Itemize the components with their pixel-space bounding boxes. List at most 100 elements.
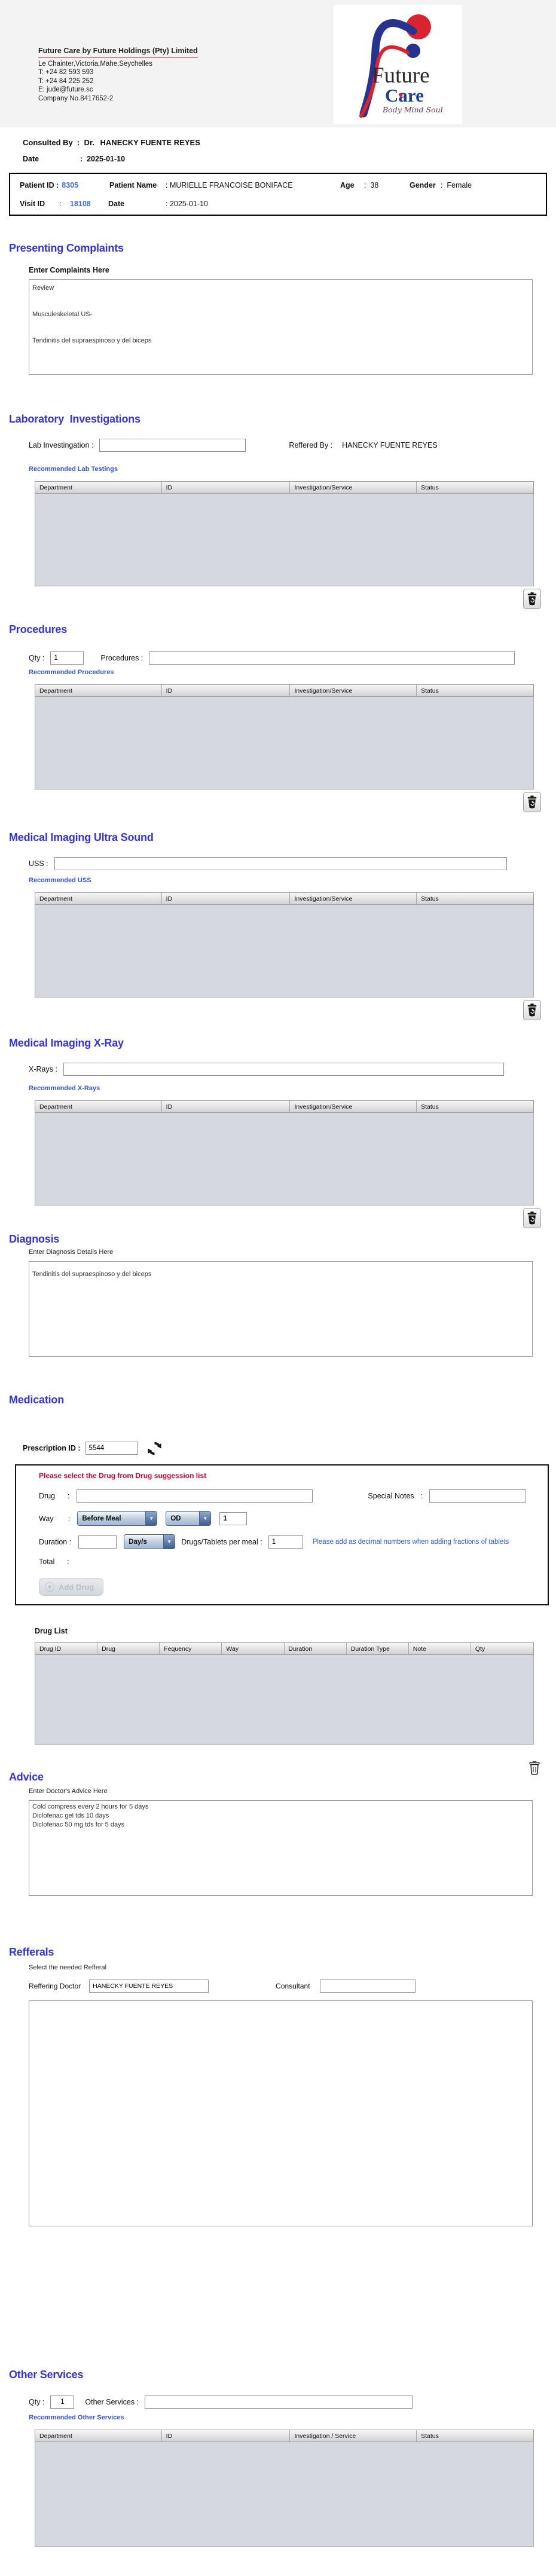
section-title-medication: Medication [9, 1394, 65, 1406]
referral-list[interactable] [29, 2000, 533, 2226]
procedures-qty-input[interactable] [50, 651, 84, 665]
drug-warning-text: Please select the Drug from Drug suggess… [39, 1471, 207, 1480]
column-header-duration-type: Duration Type [347, 1643, 409, 1654]
trash-icon [527, 1004, 537, 1017]
way-qty-input[interactable] [219, 1512, 248, 1525]
column-header-qty: Qty [475, 1645, 485, 1653]
frequency-select[interactable]: OD ▼ [166, 1511, 212, 1526]
duration-input[interactable] [78, 1535, 117, 1549]
trash-icon [527, 1211, 537, 1225]
referred-by-value: HANECKY FUENTE REYES [342, 441, 438, 449]
delete-uss-button[interactable] [523, 1000, 541, 1020]
way-select[interactable]: Before Meal ▼ [77, 1511, 158, 1526]
complaints-textarea[interactable]: Review Musculeskeletal US- Tendinitis de… [29, 279, 533, 375]
procedures-table-body [35, 697, 534, 790]
gender-value: : Female [441, 180, 472, 189]
section-title-xray: Medical Imaging X-Ray [9, 1037, 124, 1049]
way-row: Way : Before Meal ▼ OD ▼ [39, 1511, 548, 1526]
company-phone-1: T: +24 82 593 593 [38, 69, 94, 76]
column-header-id: ID [162, 685, 291, 696]
diagnosis-textarea[interactable]: Tendinitis del supraespinoso y del bicep… [29, 1261, 533, 1357]
duration-label: Duration : [39, 1537, 72, 1546]
column-header-investigation: Investigation/Service [290, 482, 417, 493]
procedures-trash-row [0, 792, 541, 813]
decimal-helper-text: Please add as decimal numbers when addin… [312, 1538, 510, 1546]
delete-procedures-button[interactable] [523, 792, 541, 812]
recommended-lab-testings-link[interactable]: Recommended Lab Testings [29, 466, 118, 474]
add-drug-button[interactable]: + Add Drug [39, 1578, 103, 1596]
column-header-frequency: Fequency [160, 1643, 222, 1654]
column-header-department: Department [35, 1101, 162, 1112]
delete-xray-button[interactable] [523, 1208, 541, 1228]
chevron-down-icon: ▼ [163, 1535, 175, 1549]
other-qty-input[interactable] [50, 2396, 75, 2409]
procedures-table-header: Department ID Investigation/Service Stat… [35, 684, 534, 697]
prescription-row: Prescription ID : [23, 1440, 556, 1456]
column-header-investigation: Investigation/Service [290, 685, 417, 696]
recommended-xray-link[interactable]: Recommended X-Rays [29, 1085, 100, 1093]
column-header-status: Status [421, 687, 439, 695]
special-notes-input[interactable] [429, 1489, 527, 1503]
company-logo: Future Care ♥ Body Mind Soul [334, 5, 462, 124]
trash-icon [527, 796, 537, 809]
section-title-ultrasound: Medical Imaging Ultra Sound [9, 831, 154, 843]
company-info: Future Care by Future Holdings (Pty) Lim… [38, 47, 198, 103]
uss-table-header: Department ID Investigation/Service Stat… [35, 892, 534, 905]
prescription-id-label: Prescription ID : [23, 1444, 81, 1452]
drug-list-header: Drug ID Drug Fequency Way Duration Durat… [35, 1642, 534, 1655]
company-name: Future Care by Future Holdings (Pty) Lim… [38, 47, 198, 58]
uss-field-row: USS : [29, 856, 556, 871]
visit-date-label: Date [108, 199, 125, 208]
xray-table-body [35, 1113, 534, 1206]
procedures-input[interactable] [149, 651, 515, 665]
chevron-down-icon: ▼ [199, 1512, 211, 1525]
company-address: Le Chainter,Victoria,Mahe,Seychelles [38, 60, 152, 68]
duration-row: Duration : Day/s ▼ Drugs/Tablets per mea… [39, 1534, 548, 1549]
procedures-label: Procedures : [100, 654, 143, 662]
column-header-department: Department [35, 893, 162, 904]
column-header-status: Status [421, 484, 439, 491]
procedures-qty-label: Qty : [29, 654, 45, 662]
refresh-prescription-button[interactable] [146, 1440, 163, 1456]
prescription-id-input[interactable] [85, 1442, 138, 1455]
chevron-down-icon: ▼ [145, 1512, 157, 1525]
age-value: : 38 [364, 180, 379, 189]
page-header: Future Care by Future Holdings (Pty) Lim… [0, 0, 556, 127]
bottom-spacer [0, 2547, 556, 2567]
section-title-referrals: Refferals [9, 1946, 54, 1958]
patient-info-box: Patient ID : 8305 Patient Name : MURIELL… [9, 173, 547, 216]
lab-trash-row [0, 589, 541, 610]
consultant-input[interactable] [319, 1980, 416, 1993]
per-meal-label: Drugs/Tablets per meal : [181, 1537, 262, 1546]
recommended-uss-link[interactable]: Recommended USS [29, 877, 91, 885]
lab-investigation-input[interactable] [99, 439, 246, 452]
section-title-laboratory: Laboratory Investigations [9, 413, 140, 425]
referring-doctor-input[interactable] [89, 1980, 209, 1993]
delete-lab-button[interactable] [523, 589, 541, 609]
logo-word-future: Future [372, 63, 430, 88]
column-header-drug: Drug [97, 1643, 160, 1654]
other-services-table-header: Department ID Investigation / Service St… [35, 2430, 534, 2442]
advice-label: Enter Doctor's Advice Here [29, 1788, 108, 1795]
drug-input[interactable] [77, 1489, 313, 1503]
lab-table-body [35, 494, 534, 586]
trash-icon [527, 592, 537, 605]
visit-id-label: Visit ID [20, 199, 45, 208]
patient-name-value: : MURIELLE FRANCOISE BONIFACE [166, 180, 293, 189]
recommended-procedures-link[interactable]: Recommended Procedures [29, 669, 114, 677]
section-title-diagnosis: Diagnosis [9, 1233, 60, 1245]
drug-label: Drug : [39, 1492, 70, 1500]
date-label: Date [23, 155, 39, 163]
duration-unit-select[interactable]: Day/s ▼ [124, 1534, 176, 1549]
delete-advice-button[interactable] [528, 1760, 541, 1777]
other-services-input[interactable] [145, 2396, 413, 2409]
recommended-other-services-link[interactable]: Recommended Other Services [29, 2414, 124, 2422]
age-label: Age [340, 180, 355, 189]
advice-textarea[interactable]: Cold compress every 2 hours for 5 days D… [29, 1800, 533, 1896]
uss-input[interactable] [54, 857, 507, 870]
special-notes-label: Special Notes : [368, 1492, 423, 1500]
xray-input[interactable] [63, 1063, 504, 1076]
drug-row: Drug : Special Notes : [39, 1489, 548, 1503]
per-meal-input[interactable] [268, 1535, 303, 1549]
consulted-by-label: Consulted By : Dr. [23, 138, 94, 147]
